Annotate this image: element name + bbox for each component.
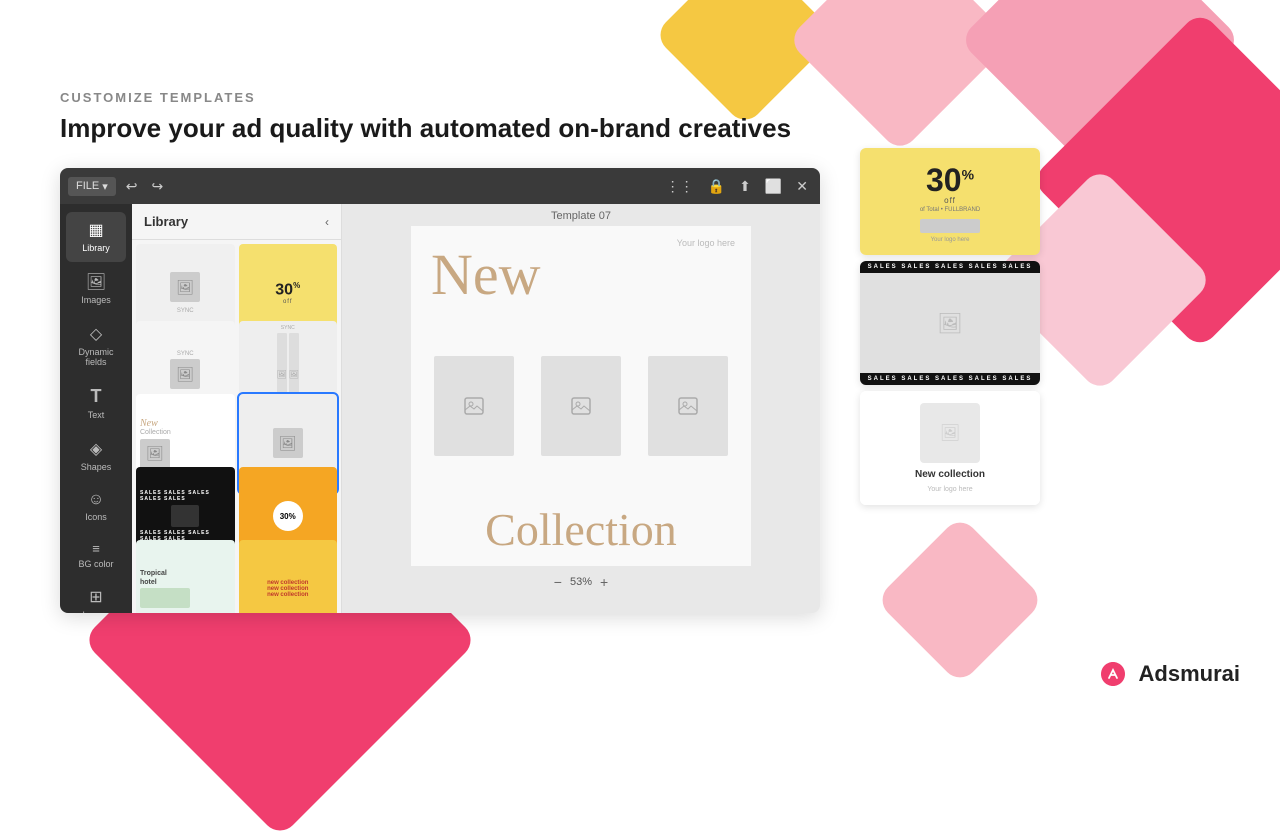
- preview-white-logo: Your logo here: [927, 486, 972, 493]
- preview-sub-label: of Total • FULLBRAND: [872, 207, 1028, 213]
- zoom-level: 53%: [570, 576, 592, 588]
- editor-body: ▦ Library 🖼 Images ◇ Dynamic fields T Te…: [60, 204, 820, 613]
- sidebar-item-dynamic-fields[interactable]: ◇ Dynamic fields: [66, 316, 126, 377]
- preview-yellow-img: [920, 219, 980, 233]
- thumb-6-image: [273, 428, 303, 458]
- deco-shape-pink-bottom-right: [875, 515, 1045, 685]
- sidebar-label-bg-color: BG color: [78, 559, 113, 570]
- preview-off-label: off: [872, 196, 1028, 205]
- file-button[interactable]: FILE ▾: [68, 177, 116, 196]
- sidebar-label-images: Images: [81, 295, 111, 306]
- sidebar-item-images[interactable]: 🖼 Images: [66, 264, 126, 314]
- icons-icon: ☺: [88, 491, 104, 509]
- sidebar-label-shapes: Shapes: [81, 462, 112, 473]
- headline: Improve your ad quality with automated o…: [60, 113, 791, 144]
- library-panel: Library ‹ SYNC 30% off SYNC: [132, 204, 342, 613]
- template-label: Template 07: [342, 204, 820, 226]
- canvas-img-3: [648, 356, 728, 456]
- thumb-1-image: [170, 272, 200, 302]
- copy-button[interactable]: ⬜: [761, 176, 786, 197]
- thumb-3-image: [170, 359, 200, 389]
- preview-sales-image-area: 🖼: [860, 273, 1040, 373]
- preview-white-content: 🖼 New collection Your logo here: [860, 391, 1040, 505]
- share-button[interactable]: ⬆: [735, 176, 755, 197]
- sidebar-item-bg-color[interactable]: ≡ BG color: [66, 533, 126, 578]
- thumb-5-image: [140, 439, 170, 469]
- sidebar-label-layers: Layers: [82, 610, 109, 613]
- canvas-new-text: New: [431, 246, 541, 304]
- sidebar-label-text: Text: [88, 410, 105, 421]
- template-thumb-9[interactable]: Tropical hotel: [136, 540, 235, 613]
- editor-container: FILE ▾ ↩ ↪ ⋮⋮ 🔒 ⬆ ⬜ ✕ ▦ Library 🖼 Images…: [60, 168, 820, 613]
- sidebar-item-text[interactable]: T Text: [66, 378, 126, 429]
- preview-sales-top: SALES SALES SALES SALES SALES: [860, 261, 1040, 273]
- customize-label: CUSTOMIZE TEMPLATES: [60, 90, 791, 105]
- editor-sidebar: ▦ Library 🖼 Images ◇ Dynamic fields T Te…: [60, 204, 132, 613]
- canvas-content[interactable]: Your logo here New Collection: [411, 226, 751, 566]
- preview-yellow-content: 30% off of Total • FULLBRAND Your logo h…: [860, 148, 1040, 255]
- zoom-out-button[interactable]: −: [554, 574, 562, 590]
- adsmurai-name: Adsmurai: [1139, 661, 1240, 687]
- canvas-zoom-bar: − 53% +: [554, 574, 608, 590]
- canvas-area: Template 07 Your logo here New Collec: [342, 204, 820, 613]
- sidebar-item-library[interactable]: ▦ Library: [66, 212, 126, 262]
- preview-white-image: 🖼: [920, 403, 980, 463]
- shapes-icon: ◈: [90, 439, 102, 459]
- canvas-img-1: [434, 356, 514, 456]
- preview-sales-img-icon: 🖼: [937, 311, 962, 336]
- canvas-images-row: [411, 356, 751, 456]
- sidebar-item-icons[interactable]: ☺ Icons: [66, 483, 126, 531]
- header-section: CUSTOMIZE TEMPLATES Improve your ad qual…: [60, 90, 791, 144]
- canvas-collection-text: Collection: [411, 503, 751, 556]
- preview-yellow-logo: Your logo here: [872, 237, 1028, 243]
- template-grid: SYNC 30% off SYNC SYNC 🖼 🖼: [132, 240, 341, 613]
- preview-card-yellow: 30% off of Total • FULLBRAND Your logo h…: [860, 148, 1040, 255]
- library-title: Library: [144, 214, 188, 229]
- sidebar-label-icons: Icons: [85, 512, 107, 523]
- library-collapse-button[interactable]: ‹: [325, 215, 329, 229]
- view-toggle-button[interactable]: ⋮⋮: [662, 176, 698, 197]
- preview-card-white: 🖼 New collection Your logo here: [860, 391, 1040, 505]
- preview-white-label: New collection: [915, 469, 985, 480]
- canvas-logo: Your logo here: [677, 238, 735, 248]
- sidebar-label-library: Library: [82, 243, 110, 254]
- dynamic-fields-icon: ◇: [90, 324, 102, 344]
- preview-card-sales: SALES SALES SALES SALES SALES 🖼 SALES SA…: [860, 261, 1040, 385]
- library-icon: ▦: [88, 220, 103, 240]
- layers-icon: ⊞: [89, 587, 102, 607]
- template-thumb-10[interactable]: new collection new collection new collec…: [239, 540, 338, 613]
- adsmurai-logo: Adsmurai: [1097, 658, 1240, 690]
- sidebar-label-dynamic: Dynamic fields: [70, 347, 122, 369]
- right-preview-panel: 30% off of Total • FULLBRAND Your logo h…: [860, 148, 1040, 505]
- library-header: Library ‹: [132, 204, 341, 240]
- preview-big-percent: 30%: [872, 164, 1028, 196]
- preview-sales-top-text: SALES SALES SALES SALES SALES: [866, 264, 1034, 270]
- lock-button[interactable]: 🔒: [704, 176, 729, 197]
- images-icon: 🖼: [86, 272, 106, 292]
- canvas-img-2: [541, 356, 621, 456]
- bg-color-icon: ≡: [92, 541, 100, 556]
- editor-toolbar: FILE ▾ ↩ ↪ ⋮⋮ 🔒 ⬆ ⬜ ✕: [60, 168, 820, 204]
- sidebar-item-layers[interactable]: ⊞ Layers: [66, 579, 126, 613]
- preview-sales-bottom: SALES SALES SALES SALES SALES: [860, 373, 1040, 385]
- sidebar-item-shapes[interactable]: ◈ Shapes: [66, 431, 126, 481]
- undo-button[interactable]: ↩: [122, 176, 142, 197]
- text-icon: T: [91, 386, 102, 407]
- redo-button[interactable]: ↪: [148, 176, 168, 197]
- zoom-in-button[interactable]: +: [600, 574, 608, 590]
- adsmurai-icon: [1097, 658, 1129, 690]
- preview-sales-bottom-text: SALES SALES SALES SALES SALES: [866, 376, 1034, 382]
- close-editor-button[interactable]: ✕: [792, 176, 812, 197]
